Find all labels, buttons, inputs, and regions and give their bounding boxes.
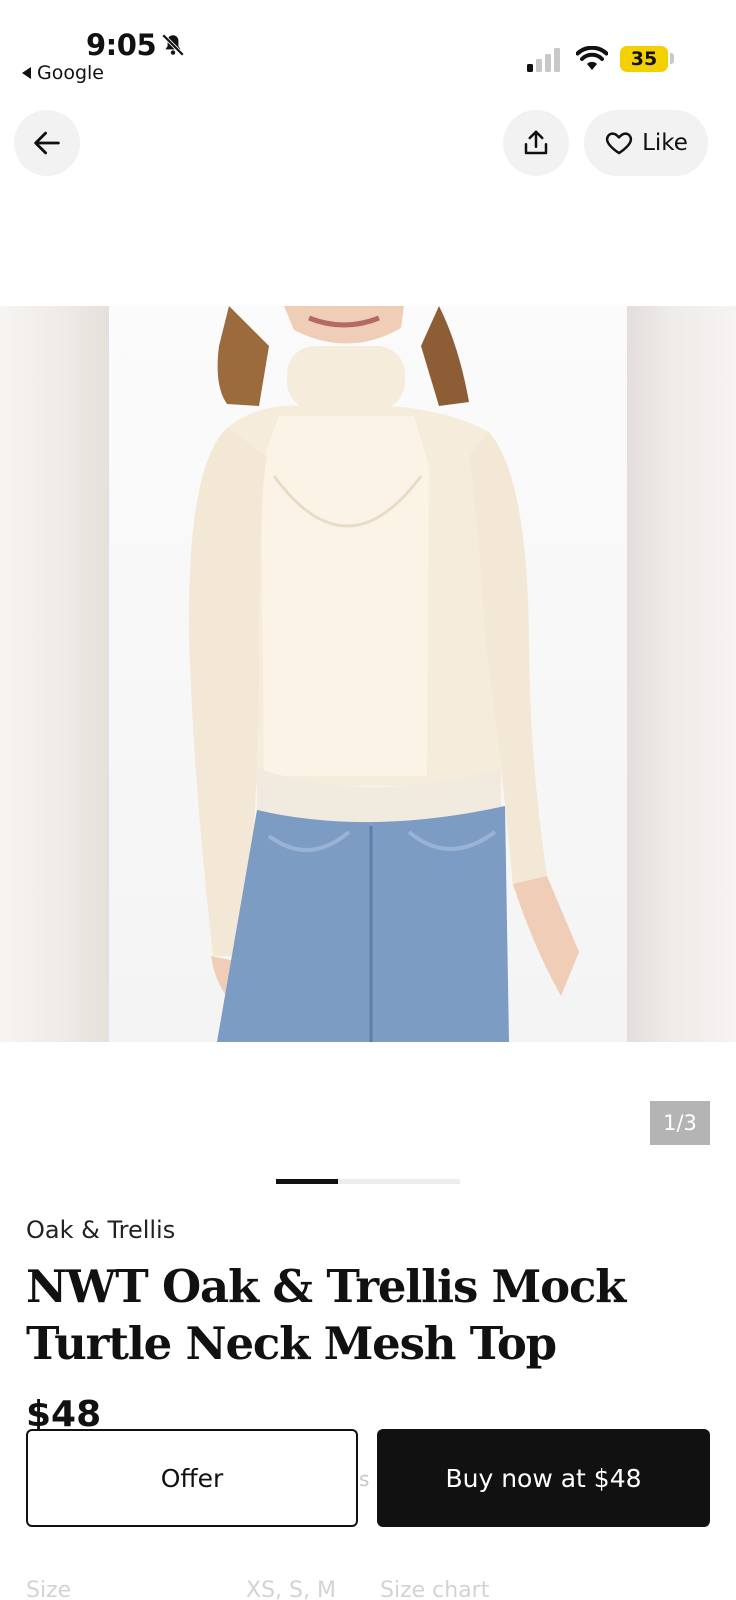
product-title: NWT Oak & Trellis Mock Turtle Neck Mesh … [26,1260,626,1370]
like-label: Like [642,130,688,156]
size-label: Size [26,1578,72,1600]
obscured-text: s [359,1467,370,1491]
battery-icon: 35 [620,46,668,72]
status-time: 9:05 [86,28,157,62]
carousel-progress-active [276,1179,338,1184]
back-button[interactable] [14,110,80,176]
buy-now-button[interactable]: Buy now at $48 [377,1429,710,1527]
size-values: XS, S, M [246,1578,336,1600]
back-triangle-icon [22,67,31,79]
product-photo-illustration [188,306,579,1042]
image-page-indicator: 1/3 [650,1101,710,1145]
previous-image-peek [0,306,109,1042]
battery-nub [670,53,674,64]
back-app-label: Google [37,62,105,84]
buy-now-label: Buy now at $48 [445,1463,642,1493]
like-button[interactable]: Like [584,110,708,176]
share-button[interactable] [503,110,569,176]
back-to-app-link[interactable]: Google [22,62,104,84]
page-indicator-text: 1/3 [663,1111,697,1135]
size-chart-link[interactable]: Size chart [380,1578,489,1600]
wifi-icon [576,46,608,70]
brand-link[interactable]: Oak & Trellis [26,1216,175,1244]
share-icon [524,130,548,155]
offer-button[interactable]: Offer [26,1429,358,1527]
heart-icon [605,132,633,155]
product-photo[interactable] [109,306,627,1042]
next-image-peek [627,306,736,1042]
arrow-left-icon [34,131,60,155]
offer-label: Offer [160,1463,224,1493]
product-image-carousel[interactable] [0,306,736,1042]
signal-icon [527,48,560,72]
bell-slash-icon [161,33,185,57]
battery-level: 35 [630,48,658,70]
